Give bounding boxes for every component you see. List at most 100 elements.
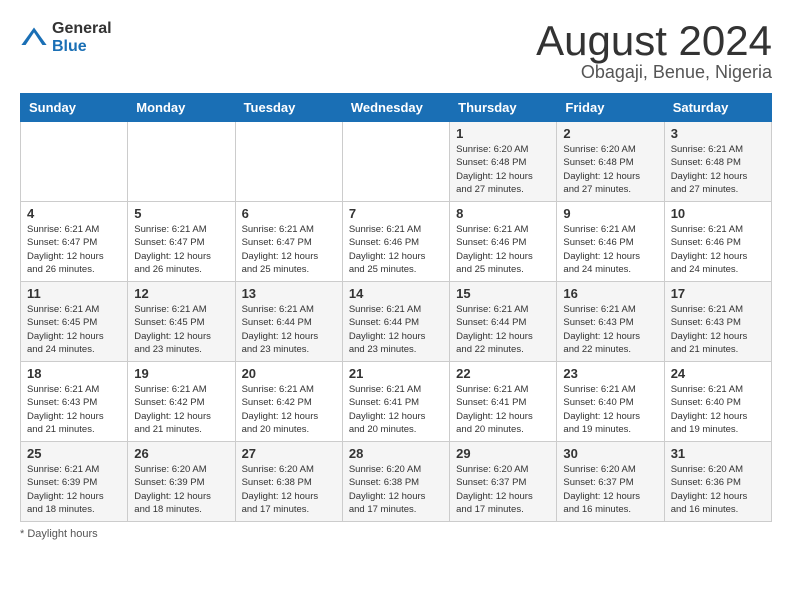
day-number: 18	[27, 366, 121, 381]
calendar-day-header: Sunday	[21, 94, 128, 122]
calendar-table: SundayMondayTuesdayWednesdayThursdayFrid…	[20, 93, 772, 522]
day-info: Sunrise: 6:20 AM Sunset: 6:39 PM Dayligh…	[134, 463, 228, 516]
day-number: 21	[349, 366, 443, 381]
day-number: 17	[671, 286, 765, 301]
calendar-cell: 26 Sunrise: 6:20 AM Sunset: 6:39 PM Dayli…	[128, 442, 235, 522]
day-number: 22	[456, 366, 550, 381]
day-number: 14	[349, 286, 443, 301]
calendar-day-header: Saturday	[664, 94, 771, 122]
day-number: 29	[456, 446, 550, 461]
calendar-cell	[342, 122, 449, 202]
logo: General Blue	[20, 20, 112, 55]
day-number: 13	[242, 286, 336, 301]
footer-note: * Daylight hours	[20, 528, 772, 540]
calendar-cell: 11 Sunrise: 6:21 AM Sunset: 6:45 PM Dayli…	[21, 282, 128, 362]
day-number: 26	[134, 446, 228, 461]
day-info: Sunrise: 6:21 AM Sunset: 6:47 PM Dayligh…	[27, 223, 121, 276]
logo-blue: Blue	[52, 38, 112, 56]
calendar-cell: 31Sunrise: 6:20 AM Sunset: 6:36 PM Dayli…	[664, 442, 771, 522]
day-number: 3	[671, 126, 765, 141]
calendar-cell: 22 Sunrise: 6:21 AM Sunset: 6:41 PM Dayli…	[450, 362, 557, 442]
calendar-cell	[21, 122, 128, 202]
calendar-cell: 13 Sunrise: 6:21 AM Sunset: 6:44 PM Dayli…	[235, 282, 342, 362]
day-info: Sunrise: 6:21 AM Sunset: 6:44 PM Dayligh…	[349, 303, 443, 356]
day-info: Sunrise: 6:21 AM Sunset: 6:43 PM Dayligh…	[563, 303, 657, 356]
calendar-day-header: Thursday	[450, 94, 557, 122]
calendar-week-row: 1 Sunrise: 6:20 AM Sunset: 6:48 PM Daylig…	[21, 122, 772, 202]
day-info: Sunrise: 6:21 AM Sunset: 6:44 PM Dayligh…	[456, 303, 550, 356]
day-info: Sunrise: 6:20 AM Sunset: 6:37 PM Dayligh…	[456, 463, 550, 516]
day-info: Sunrise: 6:21 AM Sunset: 6:46 PM Dayligh…	[349, 223, 443, 276]
day-number: 28	[349, 446, 443, 461]
calendar-cell: 5Sunrise: 6:21 AM Sunset: 6:47 PM Daylig…	[128, 202, 235, 282]
day-info: Sunrise: 6:21 AM Sunset: 6:47 PM Dayligh…	[134, 223, 228, 276]
day-info: Sunrise: 6:21 AM Sunset: 6:45 PM Dayligh…	[27, 303, 121, 356]
calendar-cell: 14 Sunrise: 6:21 AM Sunset: 6:44 PM Dayli…	[342, 282, 449, 362]
calendar-week-row: 11 Sunrise: 6:21 AM Sunset: 6:45 PM Dayli…	[21, 282, 772, 362]
calendar-cell: 16 Sunrise: 6:21 AM Sunset: 6:43 PM Dayli…	[557, 282, 664, 362]
day-info: Sunrise: 6:20 AM Sunset: 6:48 PM Dayligh…	[456, 143, 550, 196]
calendar-cell: 23Sunrise: 6:21 AM Sunset: 6:40 PM Dayli…	[557, 362, 664, 442]
calendar-day-header: Monday	[128, 94, 235, 122]
day-number: 12	[134, 286, 228, 301]
calendar-day-header: Friday	[557, 94, 664, 122]
day-number: 1	[456, 126, 550, 141]
calendar-cell: 24 Sunrise: 6:21 AM Sunset: 6:40 PM Dayli…	[664, 362, 771, 442]
day-info: Sunrise: 6:21 AM Sunset: 6:42 PM Dayligh…	[134, 383, 228, 436]
calendar-cell	[128, 122, 235, 202]
calendar-cell: 30 Sunrise: 6:20 AM Sunset: 6:37 PM Dayli…	[557, 442, 664, 522]
day-number: 30	[563, 446, 657, 461]
calendar-cell: 2 Sunrise: 6:20 AM Sunset: 6:48 PM Daylig…	[557, 122, 664, 202]
day-info: Sunrise: 6:20 AM Sunset: 6:48 PM Dayligh…	[563, 143, 657, 196]
day-number: 24	[671, 366, 765, 381]
day-number: 11	[27, 286, 121, 301]
day-info: Sunrise: 6:20 AM Sunset: 6:37 PM Dayligh…	[563, 463, 657, 516]
calendar-cell: 3 Sunrise: 6:21 AM Sunset: 6:48 PM Daylig…	[664, 122, 771, 202]
day-info: Sunrise: 6:21 AM Sunset: 6:43 PM Dayligh…	[27, 383, 121, 436]
calendar-header-row: SundayMondayTuesdayWednesdayThursdayFrid…	[21, 94, 772, 122]
calendar-cell: 1 Sunrise: 6:20 AM Sunset: 6:48 PM Daylig…	[450, 122, 557, 202]
logo-text: General Blue	[52, 20, 112, 55]
day-info: Sunrise: 6:21 AM Sunset: 6:40 PM Dayligh…	[671, 383, 765, 436]
day-info: Sunrise: 6:21 AM Sunset: 6:40 PM Dayligh…	[563, 383, 657, 436]
day-info: Sunrise: 6:21 AM Sunset: 6:44 PM Dayligh…	[242, 303, 336, 356]
calendar-week-row: 18 Sunrise: 6:21 AM Sunset: 6:43 PM Dayli…	[21, 362, 772, 442]
calendar-cell: 15Sunrise: 6:21 AM Sunset: 6:44 PM Dayli…	[450, 282, 557, 362]
day-info: Sunrise: 6:21 AM Sunset: 6:46 PM Dayligh…	[671, 223, 765, 276]
calendar-cell: 12 Sunrise: 6:21 AM Sunset: 6:45 PM Dayli…	[128, 282, 235, 362]
day-number: 20	[242, 366, 336, 381]
calendar-cell: 27Sunrise: 6:20 AM Sunset: 6:38 PM Dayli…	[235, 442, 342, 522]
day-info: Sunrise: 6:21 AM Sunset: 6:41 PM Dayligh…	[349, 383, 443, 436]
day-number: 6	[242, 206, 336, 221]
calendar-week-row: 25 Sunrise: 6:21 AM Sunset: 6:39 PM Dayli…	[21, 442, 772, 522]
day-info: Sunrise: 6:21 AM Sunset: 6:45 PM Dayligh…	[134, 303, 228, 356]
day-number: 10	[671, 206, 765, 221]
day-info: Sunrise: 6:20 AM Sunset: 6:38 PM Dayligh…	[349, 463, 443, 516]
day-number: 8	[456, 206, 550, 221]
calendar-cell: 17Sunrise: 6:21 AM Sunset: 6:43 PM Dayli…	[664, 282, 771, 362]
header: General Blue August 2024 Obagaji, Benue,…	[20, 20, 772, 83]
main-title: August 2024	[536, 20, 772, 62]
day-number: 7	[349, 206, 443, 221]
day-number: 27	[242, 446, 336, 461]
day-info: Sunrise: 6:21 AM Sunset: 6:39 PM Dayligh…	[27, 463, 121, 516]
day-info: Sunrise: 6:21 AM Sunset: 6:41 PM Dayligh…	[456, 383, 550, 436]
calendar-cell: 6 Sunrise: 6:21 AM Sunset: 6:47 PM Daylig…	[235, 202, 342, 282]
day-number: 25	[27, 446, 121, 461]
calendar-cell: 4 Sunrise: 6:21 AM Sunset: 6:47 PM Daylig…	[21, 202, 128, 282]
calendar-cell: 29 Sunrise: 6:20 AM Sunset: 6:37 PM Dayli…	[450, 442, 557, 522]
calendar-cell: 21 Sunrise: 6:21 AM Sunset: 6:41 PM Dayli…	[342, 362, 449, 442]
calendar-cell	[235, 122, 342, 202]
day-number: 16	[563, 286, 657, 301]
day-info: Sunrise: 6:21 AM Sunset: 6:46 PM Dayligh…	[563, 223, 657, 276]
day-number: 2	[563, 126, 657, 141]
day-number: 4	[27, 206, 121, 221]
logo-general: General	[52, 20, 112, 38]
calendar-cell: 9Sunrise: 6:21 AM Sunset: 6:46 PM Daylig…	[557, 202, 664, 282]
day-info: Sunrise: 6:21 AM Sunset: 6:47 PM Dayligh…	[242, 223, 336, 276]
day-info: Sunrise: 6:21 AM Sunset: 6:46 PM Dayligh…	[456, 223, 550, 276]
day-info: Sunrise: 6:21 AM Sunset: 6:48 PM Dayligh…	[671, 143, 765, 196]
calendar-cell: 25 Sunrise: 6:21 AM Sunset: 6:39 PM Dayli…	[21, 442, 128, 522]
day-info: Sunrise: 6:20 AM Sunset: 6:36 PM Dayligh…	[671, 463, 765, 516]
logo-icon	[20, 24, 48, 52]
